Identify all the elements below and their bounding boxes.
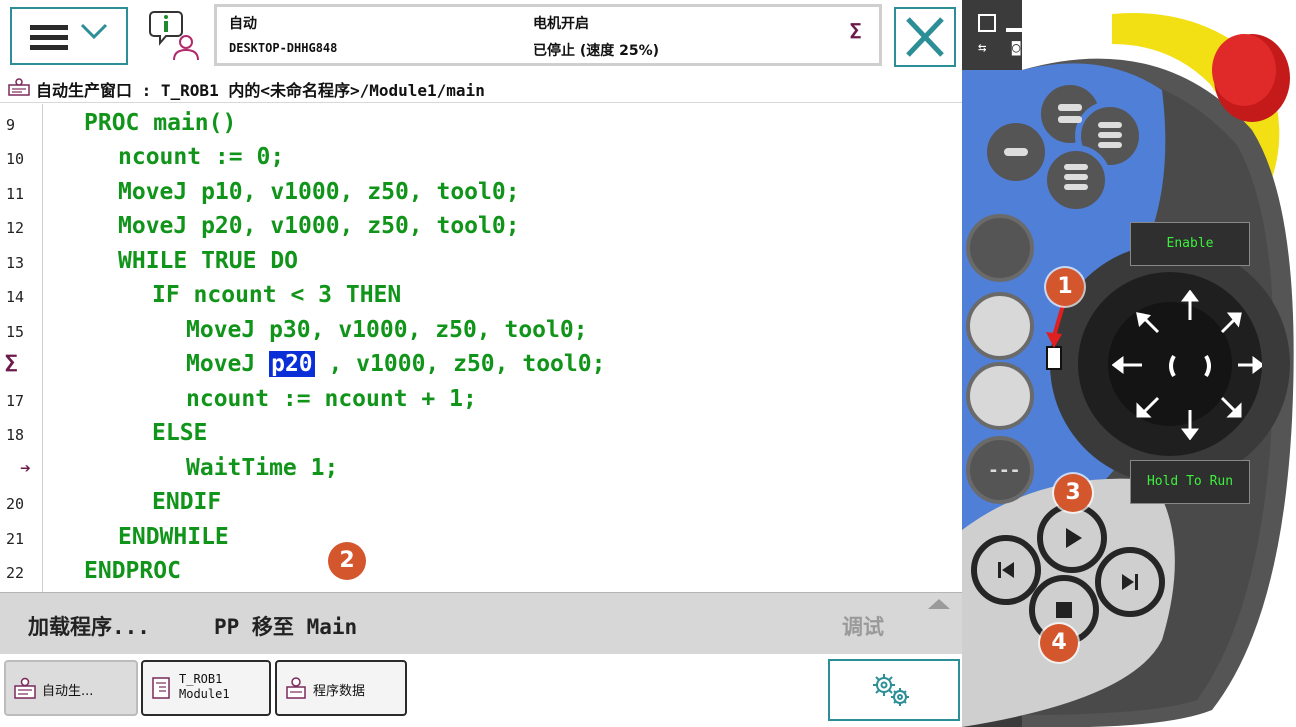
code-line[interactable]: WHILE TRUE DO xyxy=(118,248,298,274)
dash-icon: --- xyxy=(988,460,1021,481)
header-bar: 自动 DESKTOP-DHHG848 电机开启 已停止 (速度 25%) ⵉ xyxy=(0,0,962,72)
code-line[interactable]: ENDIF xyxy=(152,489,221,515)
load-program-button[interactable]: 加载程序... xyxy=(28,611,150,641)
production-window-icon xyxy=(8,78,30,96)
window-close-icon[interactable] xyxy=(1040,12,1062,34)
line-number: 21 xyxy=(6,530,25,548)
motor-status: 电机开启 xyxy=(533,16,589,32)
program-editor[interactable]: 9 10 11 12 13 14 15 16 ⵉ 17 18 19 ➔ 20 2… xyxy=(0,104,962,592)
status-bar[interactable]: 自动 DESKTOP-DHHG848 电机开启 已停止 (速度 25%) ⵉ xyxy=(214,4,882,66)
code-line[interactable]: ELSE xyxy=(152,420,207,446)
code-line-selected[interactable]: MoveJ p20 , v1000, z50, tool0; xyxy=(186,351,605,377)
code-line[interactable]: ncount := ncount + 1; xyxy=(186,386,477,412)
line-number: 22 xyxy=(6,564,25,582)
callout-badge: 1 xyxy=(1046,268,1084,306)
code-line[interactable]: MoveJ p10, v1000, z50, tool0; xyxy=(118,179,520,205)
line-number: 13 xyxy=(6,254,25,272)
line-number: 20 xyxy=(6,495,25,513)
code-line[interactable]: MoveJ p20, v1000, z50, tool0; xyxy=(118,213,520,239)
code-segment: , v1000, z50, tool0; xyxy=(314,351,606,377)
programmable-keys xyxy=(981,79,1145,215)
step-backward-button[interactable] xyxy=(972,540,1036,604)
code-line[interactable]: ncount := 0; xyxy=(118,144,284,170)
task-label: 程序数据 xyxy=(313,684,366,699)
line-number-gutter xyxy=(0,104,43,592)
quickset-button[interactable] xyxy=(828,659,960,721)
line-number: 12 xyxy=(6,219,25,237)
task-program-data[interactable]: 程序数据 xyxy=(275,660,407,716)
task-production-window[interactable]: 自动生... xyxy=(4,660,138,716)
mechanical-unit-button[interactable] xyxy=(966,214,1034,282)
code-line[interactable]: ENDPROC xyxy=(84,558,181,584)
swap-icon[interactable]: ⇆ xyxy=(978,40,986,56)
gears-icon xyxy=(873,674,909,706)
close-icon xyxy=(906,17,944,57)
line-number: 15 xyxy=(6,323,25,341)
maximize-icon[interactable] xyxy=(978,14,996,32)
hamburger-icon xyxy=(30,25,68,50)
window-path: 自动生产窗口 : T_ROB1 内的<未命名程序>/Module1/main xyxy=(36,81,485,100)
task-label: 自动生... xyxy=(42,684,94,699)
expand-up-icon[interactable] xyxy=(928,599,950,609)
abb-menu-button[interactable] xyxy=(10,7,128,65)
motion-pointer-icon: ⵉ xyxy=(4,352,18,377)
close-button[interactable] xyxy=(894,7,956,67)
window-path-bar: 自动生产窗口 : T_ROB1 内的<未命名程序>/Module1/main xyxy=(0,72,962,103)
enable-button[interactable]: Enable xyxy=(1130,222,1250,266)
minimize-icon[interactable] xyxy=(1006,28,1024,32)
system-name: DESKTOP-DHHG848 xyxy=(229,41,338,55)
code-line[interactable]: PROC main() xyxy=(84,110,236,136)
code-line[interactable]: WaitTime 1; xyxy=(186,455,338,481)
line-number: 14 xyxy=(6,288,25,306)
hold-to-run-button[interactable]: Hold To Run xyxy=(1130,460,1250,504)
program-run-status: 已停止 (速度 25%) xyxy=(533,43,660,59)
code-line[interactable]: MoveJ p30, v1000, z50, tool0; xyxy=(186,317,588,343)
program-pointer-arrow-icon: ➔ xyxy=(20,458,31,479)
increment-button[interactable]: --- xyxy=(966,436,1034,504)
line-number: 17 xyxy=(6,392,25,410)
production-window-icon xyxy=(14,677,36,699)
event-log-info-icon[interactable] xyxy=(148,8,204,64)
command-bar: 加载程序... PP 移至 Main 调试 xyxy=(0,592,962,655)
program-editor-icon xyxy=(152,677,170,699)
flexpendant-panel: ⇆ ◙ --- Enable Hold To Run 1 3 4 xyxy=(962,0,1296,727)
program-data-icon xyxy=(286,677,306,699)
callout-badge: 3 xyxy=(1054,474,1092,512)
selected-argument[interactable]: p20 xyxy=(269,351,315,377)
step-forward-button[interactable] xyxy=(1096,550,1160,614)
motion-mode-button[interactable] xyxy=(966,292,1034,360)
code-line[interactable]: ENDWHILE xyxy=(118,524,229,550)
callout-badge: 2 xyxy=(328,542,366,580)
task-program-editor[interactable]: T_ROB1 Module1 xyxy=(141,660,271,716)
line-number: 18 xyxy=(6,426,25,444)
camera-icon[interactable]: ◙ xyxy=(1012,40,1020,56)
code-segment: MoveJ xyxy=(186,351,270,377)
line-number: 10 xyxy=(6,150,25,168)
taskbar: 自动生... T_ROB1 Module1 程序数据 xyxy=(0,654,962,727)
line-number: 9 xyxy=(6,116,16,134)
task-label: T_ROB1 Module1 xyxy=(179,672,230,701)
debug-button[interactable]: 调试 xyxy=(842,611,884,641)
pointer-arrow-icon xyxy=(1046,301,1066,348)
axis-toggle-button[interactable] xyxy=(966,362,1034,430)
line-number: 11 xyxy=(6,185,25,203)
code-line[interactable]: IF ncount < 3 THEN xyxy=(152,282,401,308)
chevron-down-icon xyxy=(80,23,108,39)
callout-badge: 4 xyxy=(1040,624,1078,662)
joystick-arrows-icon[interactable] xyxy=(1112,290,1262,440)
pp-to-main-button[interactable]: PP 移至 Main xyxy=(214,611,357,641)
operating-mode: 自动 xyxy=(229,16,257,32)
robot-running-icon: ⵉ xyxy=(849,19,862,43)
